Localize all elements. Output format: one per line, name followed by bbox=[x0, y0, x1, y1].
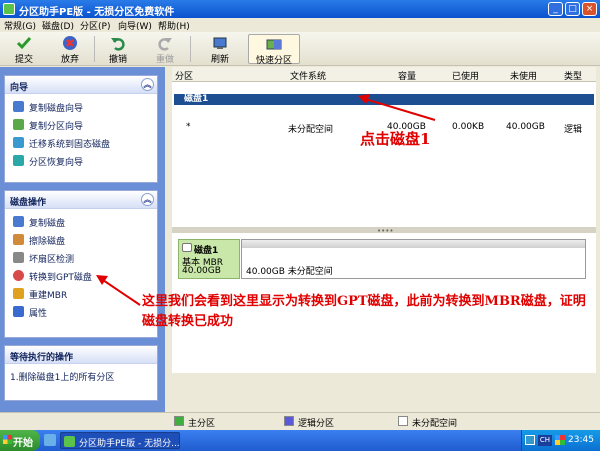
legend-logical: 逻辑分区 bbox=[298, 419, 335, 429]
taskbar: 开始 分区助手PE版 - 无损分... CH 23:45 bbox=[0, 430, 600, 451]
taskbar-window-label: 分区助手PE版 - 无损分... bbox=[79, 439, 180, 449]
start-label: 开始 bbox=[13, 438, 33, 449]
legend-unallocated-swatch bbox=[398, 416, 408, 426]
arrow-to-convert-gpt bbox=[96, 275, 141, 306]
legend-primary: 主分区 bbox=[188, 419, 216, 429]
annotation-explain: 这里我们会看到这里显示为转换到GPT磁盘，此前为转换到MBR磁盘，证明磁盘转换已… bbox=[142, 294, 586, 329]
annotation-click-disk: 点击磁盘1 bbox=[360, 130, 431, 148]
start-button[interactable]: 开始 bbox=[0, 430, 40, 451]
windows-flag-icon bbox=[3, 435, 12, 444]
taskbar-window-item[interactable]: 分区助手PE版 - 无损分... bbox=[60, 432, 180, 449]
clock: 23:45 bbox=[568, 435, 594, 445]
quick-launch-icon[interactable] bbox=[44, 434, 56, 446]
legend-unallocated: 未分配空间 bbox=[412, 419, 458, 429]
system-tray: CH 23:45 bbox=[521, 430, 600, 451]
language-indicator[interactable]: CH bbox=[538, 435, 552, 446]
legend-bar: 主分区 逻辑分区 未分配空间 bbox=[0, 412, 600, 429]
tray-app-icon[interactable] bbox=[555, 435, 565, 445]
annotation-arrows bbox=[96, 94, 436, 306]
app-icon bbox=[64, 436, 75, 447]
legend-logical-swatch bbox=[284, 416, 294, 426]
network-icon[interactable] bbox=[525, 435, 535, 445]
legend-primary-swatch bbox=[174, 416, 184, 426]
arrow-to-disk1 bbox=[358, 94, 436, 121]
